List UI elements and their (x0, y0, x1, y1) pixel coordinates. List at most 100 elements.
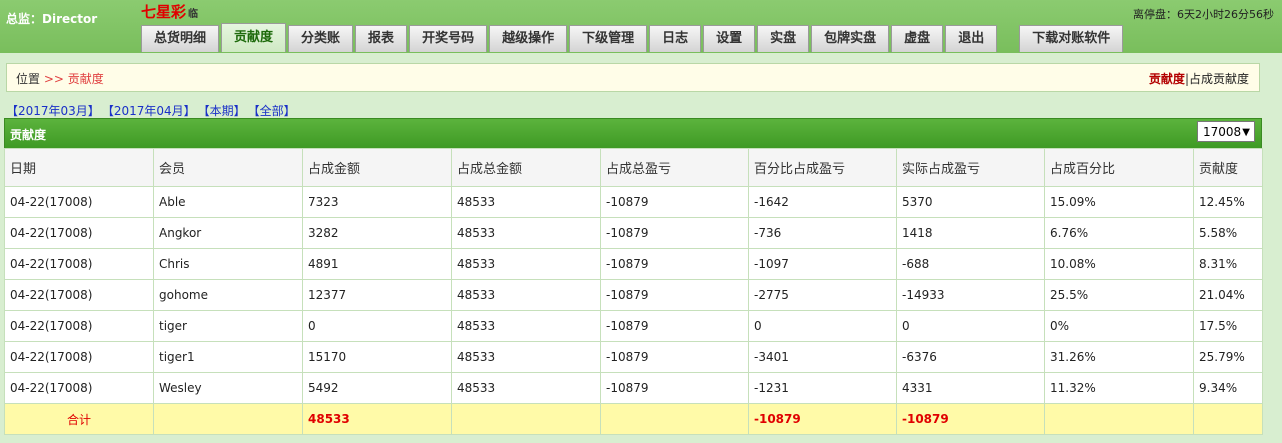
col-member: 会员 (153, 148, 303, 187)
cell-share-percent: 0% (1044, 310, 1194, 342)
cell-actual-share-profit: -6376 (896, 341, 1045, 373)
cell-contribution: 17.5% (1193, 310, 1263, 342)
cell-actual-share-profit: 0 (896, 310, 1045, 342)
breadcrumb-current: 贡献度 (67, 72, 104, 86)
cell-share-percent: 11.32% (1044, 372, 1194, 404)
total-empty-member (153, 403, 303, 435)
nav-tab-draw-numbers[interactable]: 开奖号码 (409, 25, 488, 52)
cell-actual-share-profit: -14933 (896, 279, 1045, 311)
nav-tab-report[interactable]: 报表 (355, 25, 408, 52)
cell-share-amount: 3282 (302, 217, 452, 249)
cell-share-amount: 4891 (302, 248, 452, 280)
breadcrumb-path: 位置 >> 贡献度 (16, 70, 104, 87)
cell-total-share-profit: -10879 (600, 217, 749, 249)
col-contribution: 贡献度 (1193, 148, 1263, 187)
cell-total-share-amount: 48533 (451, 372, 601, 404)
panel-header: 贡献度 17008 ▼ (4, 118, 1262, 149)
nav-tab-download-software[interactable]: 下载对账软件 (1019, 25, 1124, 52)
total-actual-share-profit: -10879 (896, 403, 1045, 435)
cell-share-percent: 15.09% (1044, 186, 1194, 218)
nav-tab-logout[interactable]: 退出 (945, 25, 998, 52)
main-nav: 总货明细 贡献度 分类账 报表 开奖号码 越级操作 下级管理 日志 设置 实盘 … (141, 23, 1125, 53)
cell-total-share-profit: -10879 (600, 372, 749, 404)
cell-actual-share-profit: -688 (896, 248, 1045, 280)
cell-share-amount: 12377 (302, 279, 452, 311)
brand-name: 七星彩 (141, 3, 187, 21)
cell-date: 04-22(17008) (4, 186, 154, 218)
nav-tab-sub-management[interactable]: 下级管理 (569, 25, 648, 52)
cell-actual-share-profit: 4331 (896, 372, 1045, 404)
cell-total-share-amount: 48533 (451, 310, 601, 342)
cell-pct-share-profit: 0 (748, 310, 897, 342)
col-total-share-amount: 占成总金额 (451, 148, 601, 187)
total-empty-share-percent (1044, 403, 1194, 435)
period-link-2017-03[interactable]: 【2017年03月】 (6, 104, 100, 118)
brand-logo: 七星彩临 (141, 1, 198, 22)
cell-actual-share-profit: 1418 (896, 217, 1045, 249)
cell-date: 04-22(17008) (4, 279, 154, 311)
cell-share-percent: 6.76% (1044, 217, 1194, 249)
cell-total-share-profit: -10879 (600, 310, 749, 342)
nav-tab-virtual[interactable]: 虚盘 (891, 25, 944, 52)
total-empty-total-amount (451, 403, 601, 435)
cell-share-percent: 10.08% (1044, 248, 1194, 280)
nav-tab-package-live[interactable]: 包牌实盘 (811, 25, 890, 52)
cell-pct-share-profit: -1097 (748, 248, 897, 280)
cell-share-percent: 25.5% (1044, 279, 1194, 311)
cell-date: 04-22(17008) (4, 248, 154, 280)
cell-member: Able (153, 186, 303, 218)
cell-total-share-profit: -10879 (600, 186, 749, 218)
cell-contribution: 5.58% (1193, 217, 1263, 249)
cell-total-share-profit: -10879 (600, 341, 749, 373)
cell-actual-share-profit: 5370 (896, 186, 1045, 218)
nav-tab-summary-detail[interactable]: 总货明细 (141, 25, 220, 52)
user-label: 总监：Director (6, 12, 98, 26)
cell-total-share-amount: 48533 (451, 186, 601, 218)
col-date: 日期 (4, 148, 154, 187)
cell-date: 04-22(17008) (4, 372, 154, 404)
nav-tab-log[interactable]: 日志 (649, 25, 702, 52)
cell-contribution: 8.31% (1193, 248, 1263, 280)
period-select-value: 17008 (1203, 125, 1242, 139)
cell-member: gohome (153, 279, 303, 311)
view-contribution-link[interactable]: 贡献度 (1149, 72, 1185, 86)
nav-tab-contribution[interactable]: 贡献度 (221, 23, 287, 52)
cell-pct-share-profit: -1231 (748, 372, 897, 404)
view-share-contribution-link[interactable]: 占成贡献度 (1189, 72, 1249, 86)
cell-date: 04-22(17008) (4, 341, 154, 373)
cell-share-amount: 7323 (302, 186, 452, 218)
cell-share-percent: 31.26% (1044, 341, 1194, 373)
period-select[interactable]: 17008 ▼ (1197, 121, 1255, 142)
total-label: 合计 (4, 403, 154, 435)
breadcrumb-label: 位置 (16, 72, 41, 86)
cell-total-share-amount: 48533 (451, 248, 601, 280)
cell-total-share-profit: -10879 (600, 279, 749, 311)
period-link-current[interactable]: 【本期】 (204, 104, 246, 118)
nav-tab-settings[interactable]: 设置 (703, 25, 756, 52)
table-row: 04-22(17008) gohome 12377 48533 -10879 -… (4, 279, 1263, 311)
chevron-down-icon: ▼ (1242, 127, 1250, 138)
table-row: 04-22(17008) Wesley 5492 48533 -10879 -1… (4, 372, 1263, 404)
cell-total-share-amount: 48533 (451, 279, 601, 311)
cell-member: Chris (153, 248, 303, 280)
table-row: 04-22(17008) tiger 0 48533 -10879 0 0 0%… (4, 310, 1263, 342)
cell-pct-share-profit: -3401 (748, 341, 897, 373)
cell-share-amount: 15170 (302, 341, 452, 373)
col-share-percent: 占成百分比 (1044, 148, 1194, 187)
table-total-row: 合计 48533 -10879 -10879 (4, 403, 1263, 435)
table-row: 04-22(17008) Angkor 3282 48533 -10879 -7… (4, 217, 1263, 249)
period-link-2017-04[interactable]: 【2017年04月】 (108, 104, 196, 118)
period-link-all[interactable]: 【全部】 (254, 104, 296, 118)
breadcrumb-arrow: >> (43, 72, 64, 86)
cell-member: tiger1 (153, 341, 303, 373)
cell-pct-share-profit: -2775 (748, 279, 897, 311)
cell-contribution: 21.04% (1193, 279, 1263, 311)
cell-contribution: 9.34% (1193, 372, 1263, 404)
nav-tab-live[interactable]: 实盘 (757, 25, 810, 52)
cell-member: tiger (153, 310, 303, 342)
nav-tab-ledger[interactable]: 分类账 (288, 25, 354, 52)
cell-date: 04-22(17008) (4, 217, 154, 249)
table-row: 04-22(17008) Able 7323 48533 -10879 -164… (4, 186, 1263, 218)
cell-total-share-amount: 48533 (451, 341, 601, 373)
nav-tab-override[interactable]: 越级操作 (489, 25, 568, 52)
